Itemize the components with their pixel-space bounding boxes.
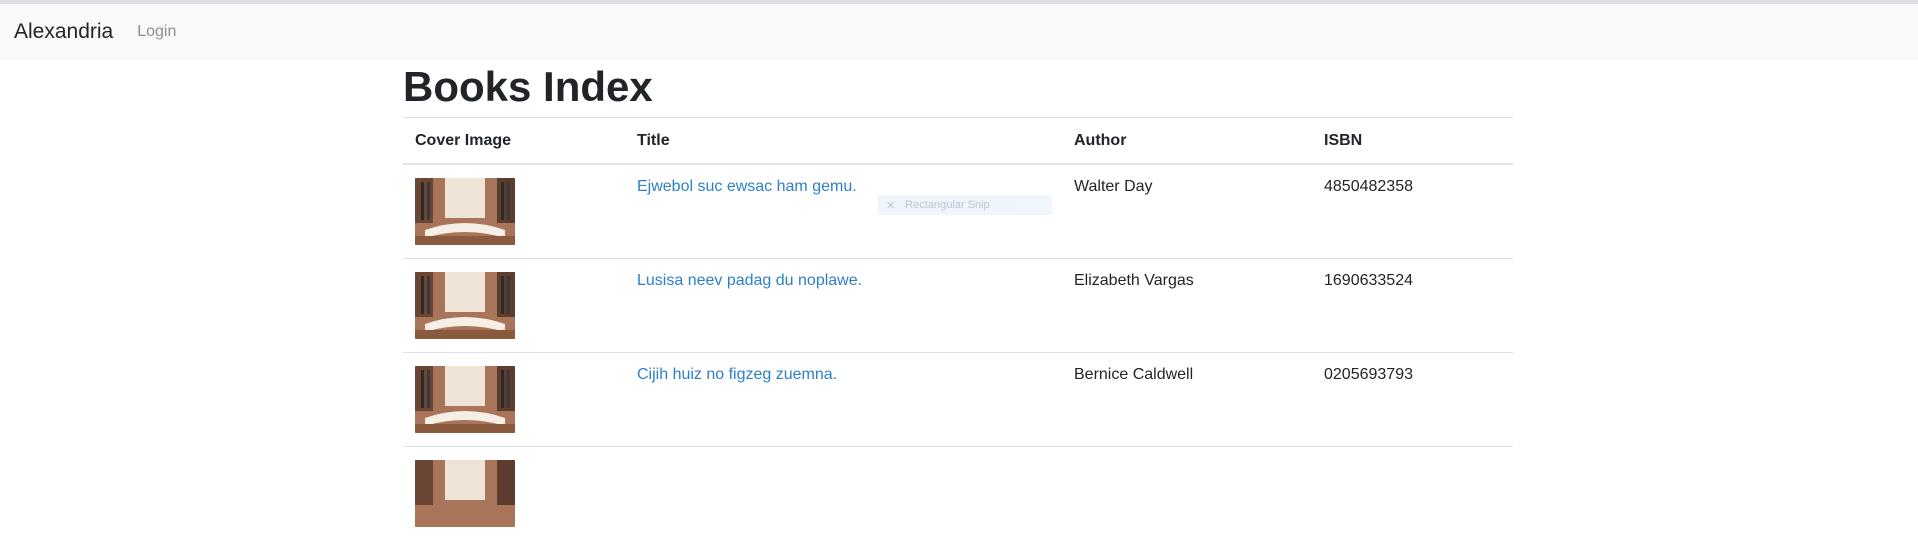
table-row: [403, 446, 1513, 540]
table-header-row: Cover Image Title Author ISBN: [403, 117, 1513, 166]
book-cover-image: [415, 272, 515, 340]
book-title-link[interactable]: Cijih huiz no figzeg zuemna.: [637, 366, 837, 383]
brand-link[interactable]: Alexandria: [14, 20, 113, 44]
book-author: [1062, 446, 1312, 540]
column-header-cover: Cover Image: [403, 117, 625, 166]
snip-tool-overlay: ✕ Rectangular Snip: [878, 195, 1052, 215]
close-icon[interactable]: ✕: [886, 199, 895, 212]
table-row: Cijih huiz no figzeg zuemna. Bernice Cal…: [403, 352, 1513, 447]
book-title-link[interactable]: Ejwebol suc ewsac ham gemu.: [637, 178, 857, 195]
book-author: Bernice Caldwell: [1062, 352, 1312, 447]
book-isbn: 4850482358: [1324, 178, 1413, 196]
column-header-isbn: ISBN: [1312, 117, 1513, 166]
column-header-author: Author: [1062, 117, 1312, 166]
book-isbn: 0205693793: [1312, 352, 1513, 447]
book-cover-image: [415, 366, 515, 434]
book-title-link[interactable]: Lusisa neev padag du noplawe.: [637, 272, 862, 289]
book-isbn: [1312, 446, 1513, 540]
book-cover-image: [415, 178, 515, 246]
main-container: Books Index Cover Image Title Author ISB…: [403, 60, 1513, 540]
book-author: Walter Day: [1074, 178, 1153, 196]
table-row: Lusisa neev padag du noplawe. Elizabeth …: [403, 258, 1513, 353]
book-isbn: 1690633524: [1312, 258, 1513, 353]
book-author: Elizabeth Vargas: [1062, 258, 1312, 353]
book-cover-image: [415, 460, 515, 528]
snip-mode-label: Rectangular Snip: [905, 199, 990, 211]
books-table: Cover Image Title Author ISBN Ejwebol su…: [403, 117, 1513, 540]
login-link[interactable]: Login: [137, 23, 176, 41]
page-title: Books Index: [403, 63, 653, 110]
navbar: Alexandria Login: [0, 4, 1918, 60]
column-header-title: Title: [625, 117, 1062, 166]
